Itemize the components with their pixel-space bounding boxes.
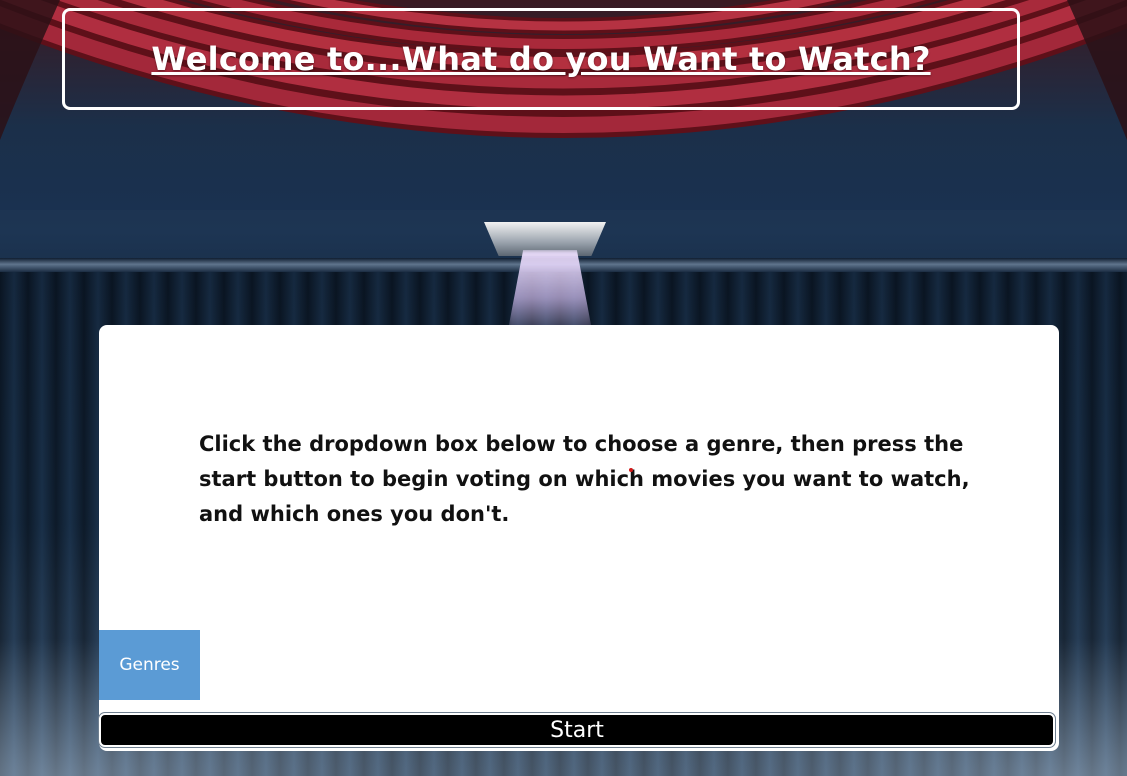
genres-dropdown-button[interactable]: Genres <box>99 630 200 700</box>
cursor-marker <box>629 468 633 472</box>
theater-background: Welcome to...What do you Want to Watch? … <box>0 0 1127 776</box>
instructions-text: Click the dropdown box below to choose a… <box>199 432 970 526</box>
page-title: Welcome to...What do you Want to Watch? <box>151 40 931 78</box>
header-banner: Welcome to...What do you Want to Watch? <box>62 8 1020 110</box>
start-button[interactable]: Start <box>99 713 1055 747</box>
main-card: Click the dropdown box below to choose a… <box>99 325 1059 751</box>
